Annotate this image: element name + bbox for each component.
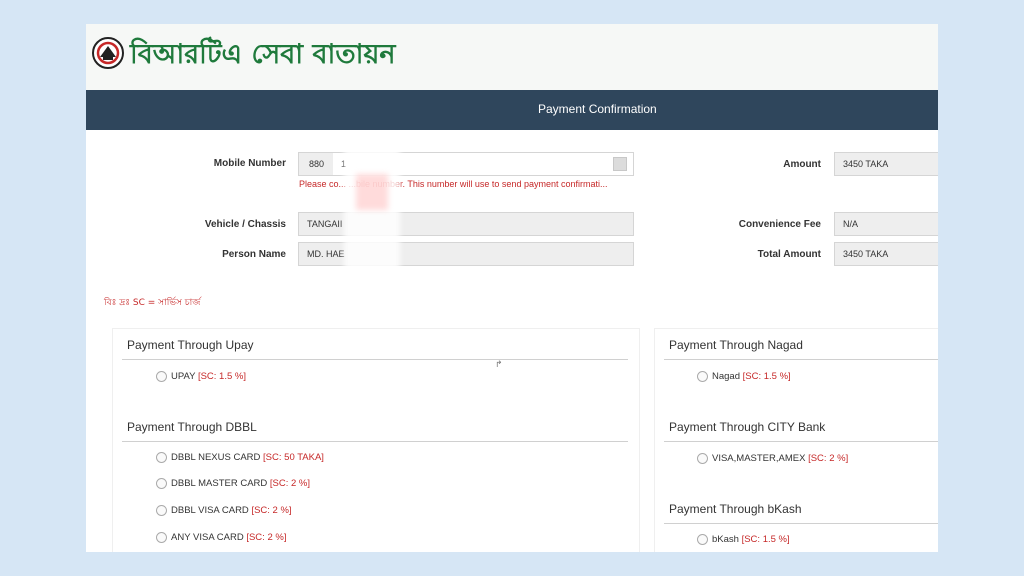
radio-button[interactable] (697, 534, 708, 545)
mobile-number-label: Mobile Number (213, 158, 286, 169)
dbbl-section-title: Payment Through DBBL (127, 420, 257, 434)
nagad-section-title: Payment Through Nagad (669, 338, 803, 352)
bkash-section-title: Payment Through bKash (669, 502, 802, 516)
radio-button[interactable] (697, 371, 708, 382)
dbbl-master-option[interactable]: DBBL MASTER CARD [SC: 2 %] (156, 478, 310, 489)
total-amount-field: 3450 TAKA (834, 242, 938, 266)
radio-button[interactable] (156, 478, 167, 489)
dbbl-visa-option[interactable]: DBBL VISA CARD [SC: 2 %] (156, 505, 292, 516)
mouse-cursor-icon: ↱ (495, 359, 503, 369)
radio-button[interactable] (156, 505, 167, 516)
redaction-blur (356, 174, 388, 210)
upay-option[interactable]: UPAY [SC: 1.5 %] (156, 371, 246, 382)
title-bar: Payment Confirmation (86, 90, 938, 130)
payment-panel-right (654, 328, 938, 552)
radio-button[interactable] (697, 453, 708, 464)
divider (122, 359, 628, 360)
bkash-option[interactable]: bKash [SC: 1.5 %] (697, 534, 790, 545)
radio-button[interactable] (156, 371, 167, 382)
divider (664, 441, 938, 442)
nagad-option[interactable]: Nagad [SC: 1.5 %] (697, 371, 791, 382)
any-visa-option[interactable]: ANY VISA CARD [SC: 2 %] (156, 532, 286, 543)
payment-panel-left (112, 328, 640, 552)
site-header: বিআরটিএ সেবা বাতায়ন (86, 24, 938, 90)
total-amount-label: Total Amount (757, 249, 821, 260)
country-code: 880 (299, 153, 333, 175)
amount-field: 3450 TAKA (834, 152, 938, 176)
radio-button[interactable] (156, 452, 167, 463)
brta-logo-icon (92, 37, 124, 69)
page-container: বিআরটিএ সেবা বাতায়ন Payment Confirmatio… (86, 24, 938, 552)
vehicle-chassis-label: Vehicle / Chassis (204, 219, 286, 230)
divider (664, 523, 938, 524)
person-name-label: Person Name (222, 249, 286, 260)
service-charge-note: বিঃ দ্রঃ SC = সার্ভিস চার্জ (104, 298, 201, 308)
brand-title: বিআরটিএ সেবা বাতায়ন (130, 39, 396, 70)
page-title: Payment Confirmation (538, 102, 657, 116)
city-bank-section-title: Payment Through CITY Bank (669, 420, 826, 434)
divider (664, 359, 938, 360)
upay-section-title: Payment Through Upay (127, 338, 254, 352)
mobile-edit-button[interactable] (613, 157, 627, 171)
amount-label: Amount (783, 159, 821, 170)
radio-button[interactable] (156, 532, 167, 543)
convenience-fee-field: N/A (834, 212, 938, 236)
city-bank-option[interactable]: VISA,MASTER,AMEX [SC: 2 %] (697, 453, 848, 464)
divider (122, 441, 628, 442)
dbbl-nexus-option[interactable]: DBBL NEXUS CARD [SC: 50 TAKA] (156, 452, 324, 463)
convenience-fee-label: Convenience Fee (738, 219, 821, 230)
